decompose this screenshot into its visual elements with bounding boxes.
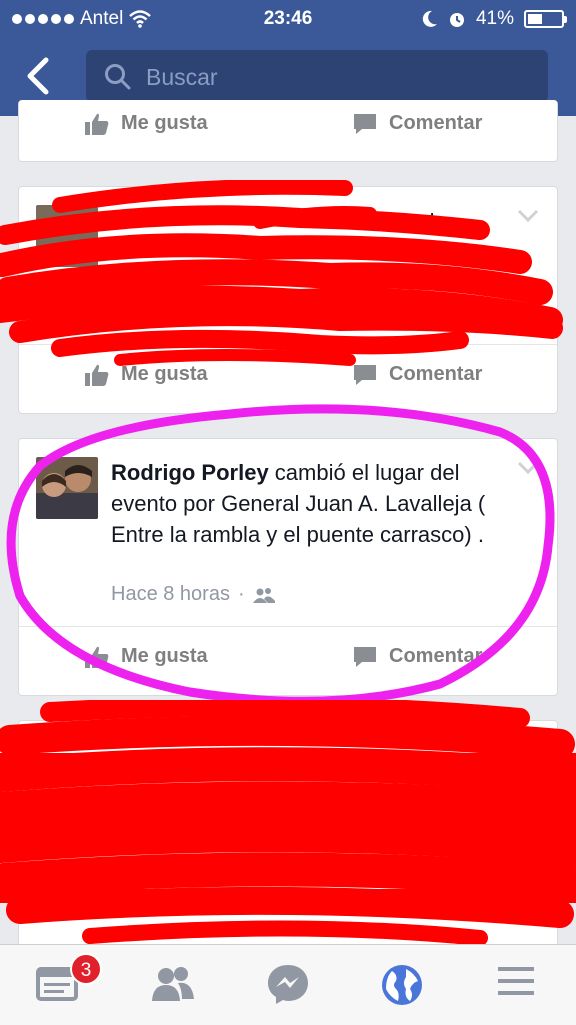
battery-icon bbox=[524, 10, 567, 28]
status-right: 41% bbox=[422, 8, 567, 30]
globe-icon bbox=[382, 965, 422, 1005]
thumbs-up-icon bbox=[85, 113, 109, 135]
friends-icon bbox=[152, 967, 194, 1001]
comment-label: Comentar bbox=[389, 112, 483, 134]
card-actions: Me gusta Comentar bbox=[19, 94, 557, 164]
redaction-scribble-bottom bbox=[0, 700, 576, 946]
tab-friend-requests[interactable] bbox=[150, 963, 200, 1009]
menu-icon bbox=[498, 967, 534, 995]
tab-notifications[interactable] bbox=[380, 963, 430, 1009]
battery-percent: 41% bbox=[475, 8, 514, 29]
tab-messenger[interactable] bbox=[266, 963, 316, 1009]
like-button[interactable]: Me gusta bbox=[85, 112, 208, 135]
back-arrow-icon[interactable] bbox=[22, 56, 56, 96]
redaction-scribble-top bbox=[0, 180, 563, 366]
bottom-tab-bar: 3 bbox=[0, 944, 576, 1025]
status-bar: Antel 23:46 41% bbox=[0, 0, 576, 38]
comment-icon bbox=[354, 113, 376, 134]
search-input[interactable] bbox=[144, 58, 528, 96]
feed-card-previous: Me gusta Comentar bbox=[18, 100, 558, 162]
like-label: Me gusta bbox=[121, 112, 208, 134]
notification-badge: 3 bbox=[70, 953, 102, 985]
alarm-icon bbox=[449, 13, 464, 27]
highlight-circle-annotation bbox=[6, 404, 555, 706]
messenger-icon bbox=[268, 965, 308, 1004]
tab-more[interactable] bbox=[496, 963, 546, 1009]
comment-button[interactable]: Comentar bbox=[353, 112, 482, 135]
moon-icon bbox=[422, 10, 437, 27]
search-icon bbox=[105, 64, 131, 90]
